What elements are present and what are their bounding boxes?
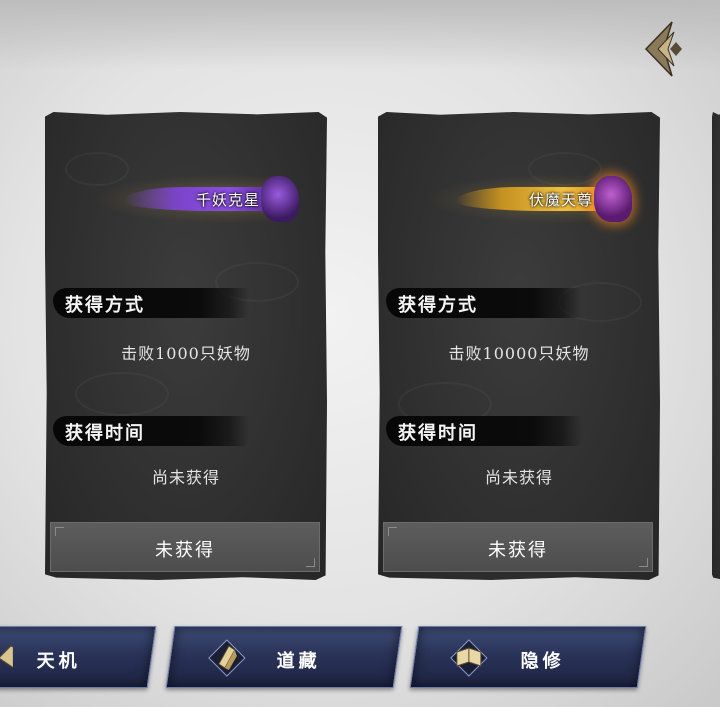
top-shade <box>0 0 720 70</box>
title-name: 伏魔天尊 <box>528 191 593 209</box>
corner-decoration <box>388 527 397 536</box>
time-label: 获得时间 <box>398 423 478 444</box>
status-label: 未获得 <box>488 540 548 561</box>
tab-yinxiu[interactable]: 隐修 <box>409 626 647 688</box>
method-label-banner: 获得方式 <box>53 288 249 318</box>
time-value: 尚未获得 <box>484 468 553 487</box>
time-label-banner: 获得时间 <box>53 416 249 446</box>
title-name: 千妖克星 <box>195 191 260 209</box>
method-label: 获得方式 <box>398 295 478 316</box>
tab-daozang[interactable]: 道藏 <box>165 626 403 688</box>
method-value: 击败10000只妖物 <box>448 344 590 363</box>
title-badge: 伏魔天尊 <box>426 174 632 224</box>
method-label-banner: 获得方式 <box>386 288 582 318</box>
time-value: 尚未获得 <box>151 468 220 487</box>
diamond-menu-icon <box>644 21 682 77</box>
title-card-2: 伏魔天尊 获得方式 击败10000只妖物 获得时间 尚未获得 未获得 <box>378 112 660 580</box>
title-card-1: 千妖克星 获得方式 击败1000只妖物 获得时间 尚未获得 未获得 <box>45 112 327 580</box>
menu-button[interactable] <box>638 18 690 80</box>
time-label-banner: 获得时间 <box>386 416 582 446</box>
book-icon <box>449 638 489 678</box>
tab-label: 隐修 <box>520 651 565 672</box>
tianji-icon <box>0 638 13 678</box>
time-label: 获得时间 <box>65 423 145 444</box>
status-button[interactable]: 未获得 <box>50 522 320 572</box>
tab-label: 天机 <box>36 651 81 672</box>
method-label: 获得方式 <box>65 295 145 316</box>
cloud-pattern <box>75 372 169 416</box>
tab-tianji[interactable]: 天机 <box>0 626 157 688</box>
scroll-icon <box>207 638 247 678</box>
method-value: 击败1000只妖物 <box>121 344 251 363</box>
corner-decoration <box>55 527 64 536</box>
status-label: 未获得 <box>155 540 215 561</box>
status-button[interactable]: 未获得 <box>383 522 653 572</box>
title-card-3-partial <box>712 112 720 580</box>
tab-label: 道藏 <box>276 651 321 672</box>
title-badge: 千妖克星 <box>93 174 299 224</box>
